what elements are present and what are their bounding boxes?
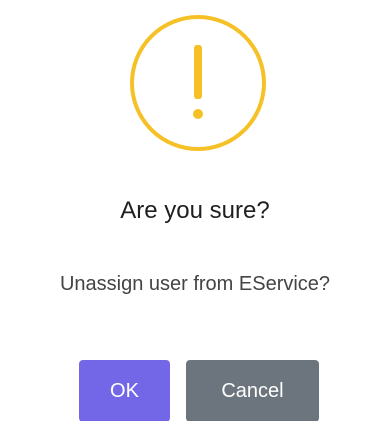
ok-button[interactable]: OK bbox=[79, 360, 170, 421]
dialog-message: Unassign user from EService? bbox=[59, 273, 331, 295]
dialog-title: Are you sure? bbox=[120, 197, 270, 224]
warning-icon bbox=[128, 13, 268, 153]
cancel-button[interactable]: Cancel bbox=[186, 360, 319, 421]
confirm-dialog: Are you sure? Unassign user from EServic… bbox=[0, 0, 390, 421]
